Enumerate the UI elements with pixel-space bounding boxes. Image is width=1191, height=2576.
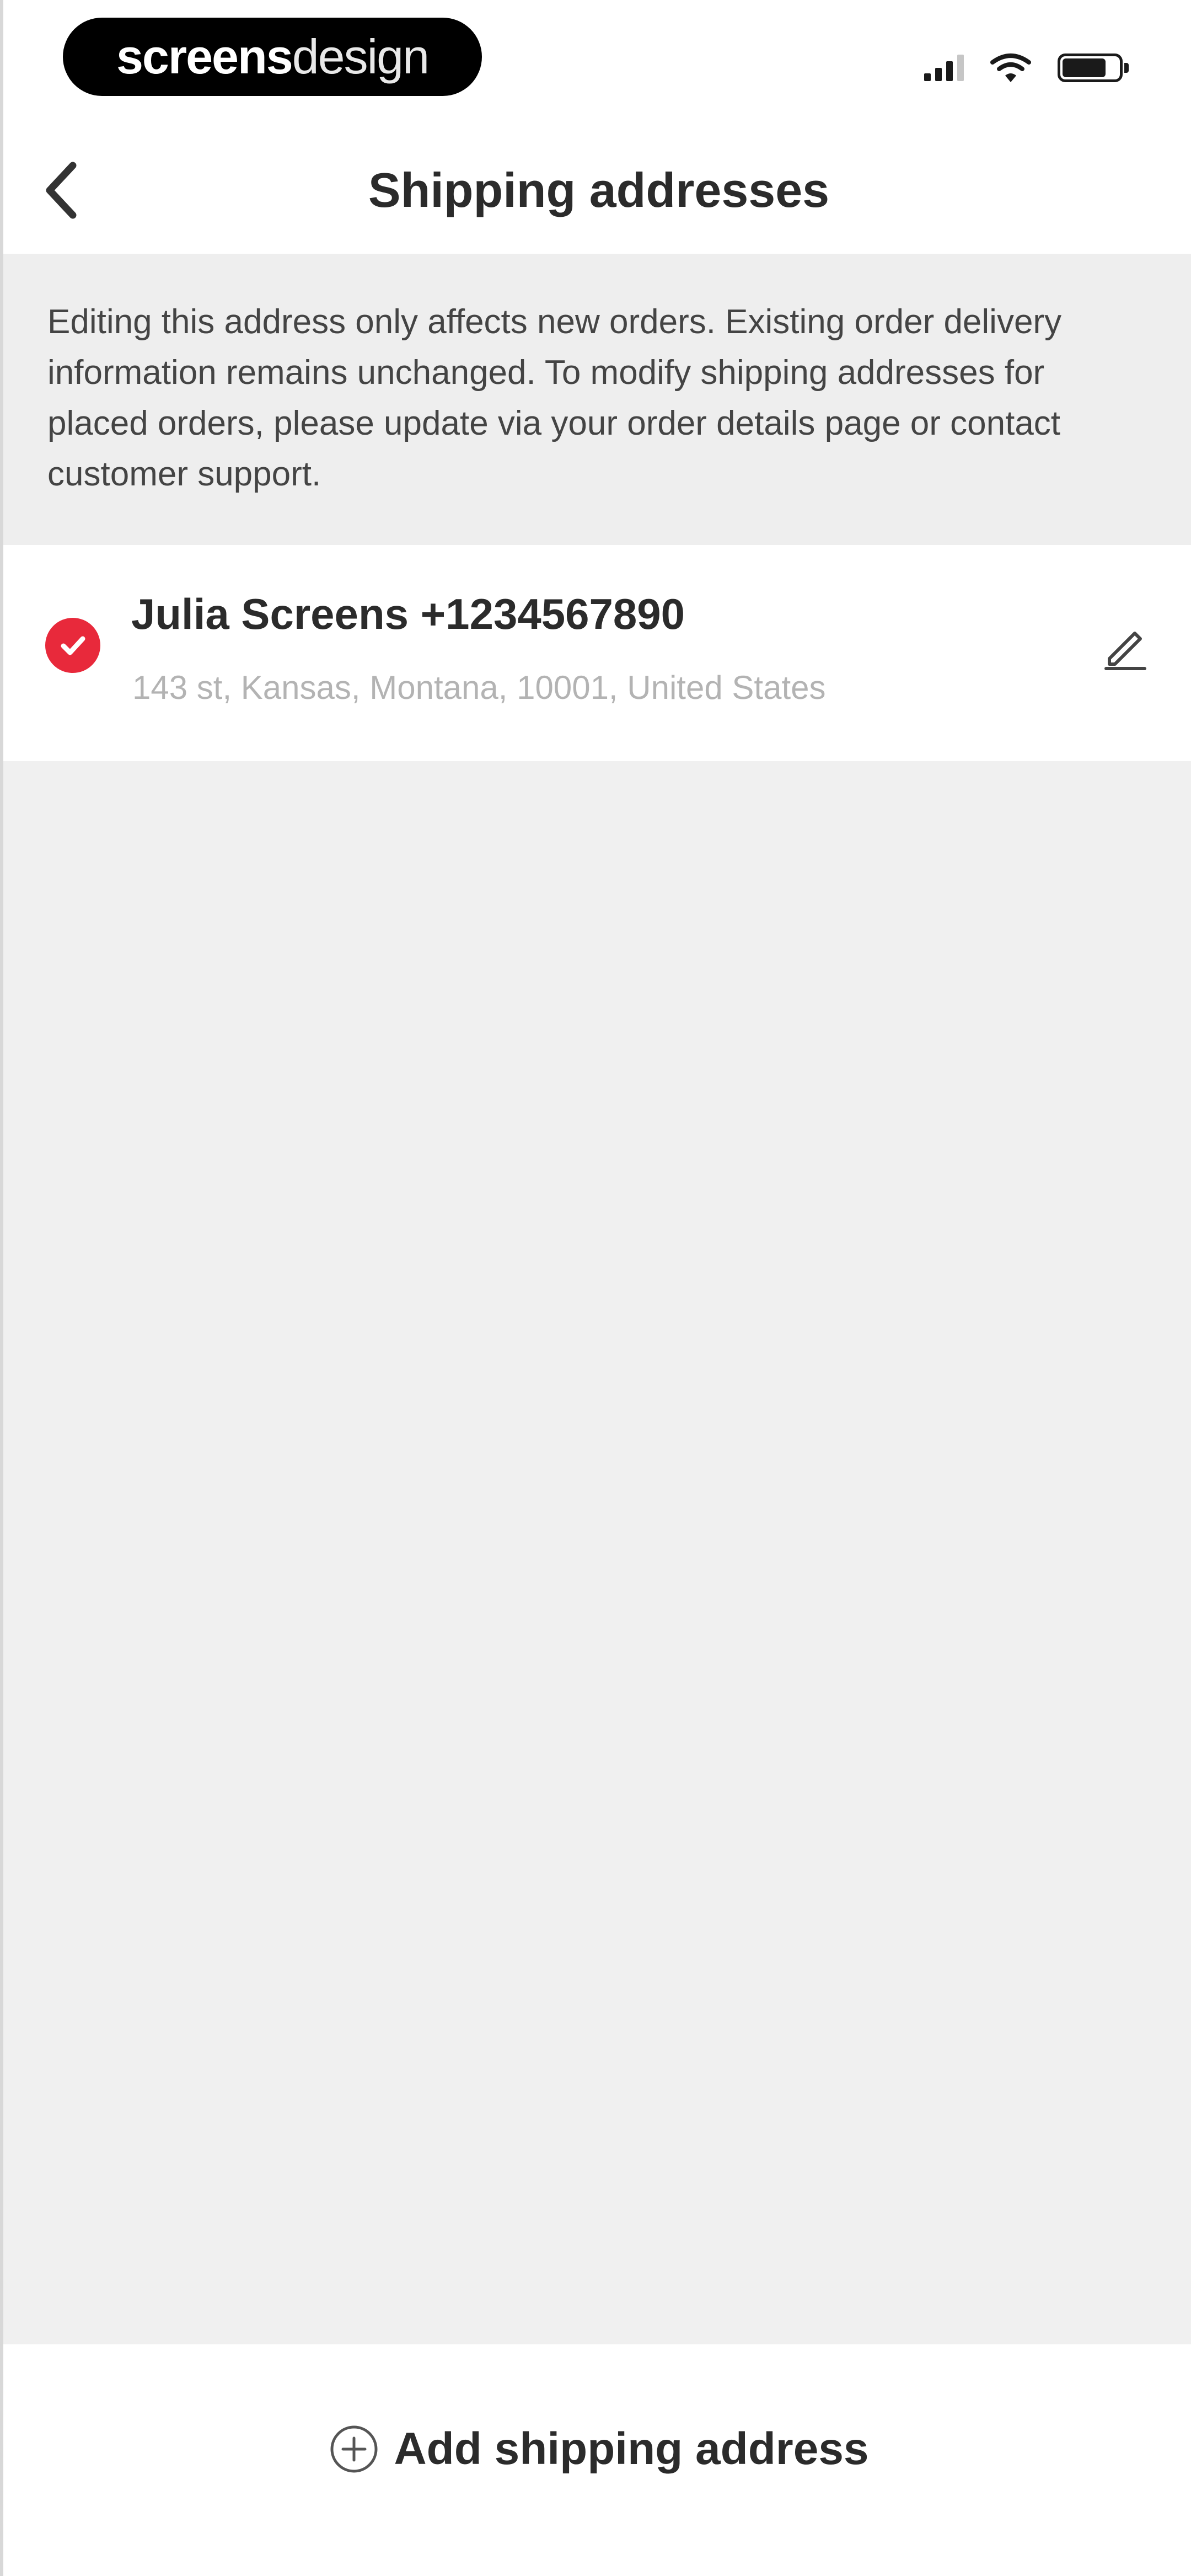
app-screen: screens design Shipping addresses Editin… bbox=[0, 0, 1191, 2576]
wifi-icon bbox=[990, 54, 1031, 82]
pencil-icon bbox=[1104, 632, 1146, 670]
status-bar: screens design bbox=[3, 0, 1191, 127]
address-list-empty-area bbox=[3, 761, 1191, 2344]
back-button[interactable] bbox=[31, 157, 92, 223]
address-name-phone: Julia Screens +1234567890 bbox=[131, 590, 685, 638]
plus-circle-icon bbox=[329, 2424, 379, 2475]
brand-logo-bold: screens bbox=[116, 29, 293, 84]
address-text: 143 st, Kansas, Montana, 10001, United S… bbox=[132, 669, 826, 706]
signal-icon bbox=[924, 55, 964, 81]
address-notice: Editing this address only affects new or… bbox=[3, 254, 1191, 545]
status-icons bbox=[924, 52, 1129, 83]
header: Shipping addresses bbox=[3, 127, 1191, 254]
battery-icon bbox=[1058, 54, 1129, 82]
address-card[interactable]: Julia Screens +1234567890 143 st, Kansas… bbox=[3, 545, 1191, 761]
edit-address-button[interactable] bbox=[1095, 617, 1156, 677]
brand-logo-light: design bbox=[292, 29, 430, 84]
add-shipping-address-label: Add shipping address bbox=[394, 2424, 869, 2474]
notice-text: Editing this address only affects new or… bbox=[47, 303, 1062, 493]
bottom-bar: Add shipping address bbox=[3, 2344, 1191, 2576]
add-shipping-address-button[interactable]: Add shipping address bbox=[3, 2394, 1191, 2504]
page-title: Shipping addresses bbox=[368, 163, 830, 217]
brand-logo: screens design bbox=[63, 18, 482, 96]
check-circle-icon[interactable] bbox=[45, 618, 100, 673]
chevron-left-icon bbox=[46, 162, 77, 219]
